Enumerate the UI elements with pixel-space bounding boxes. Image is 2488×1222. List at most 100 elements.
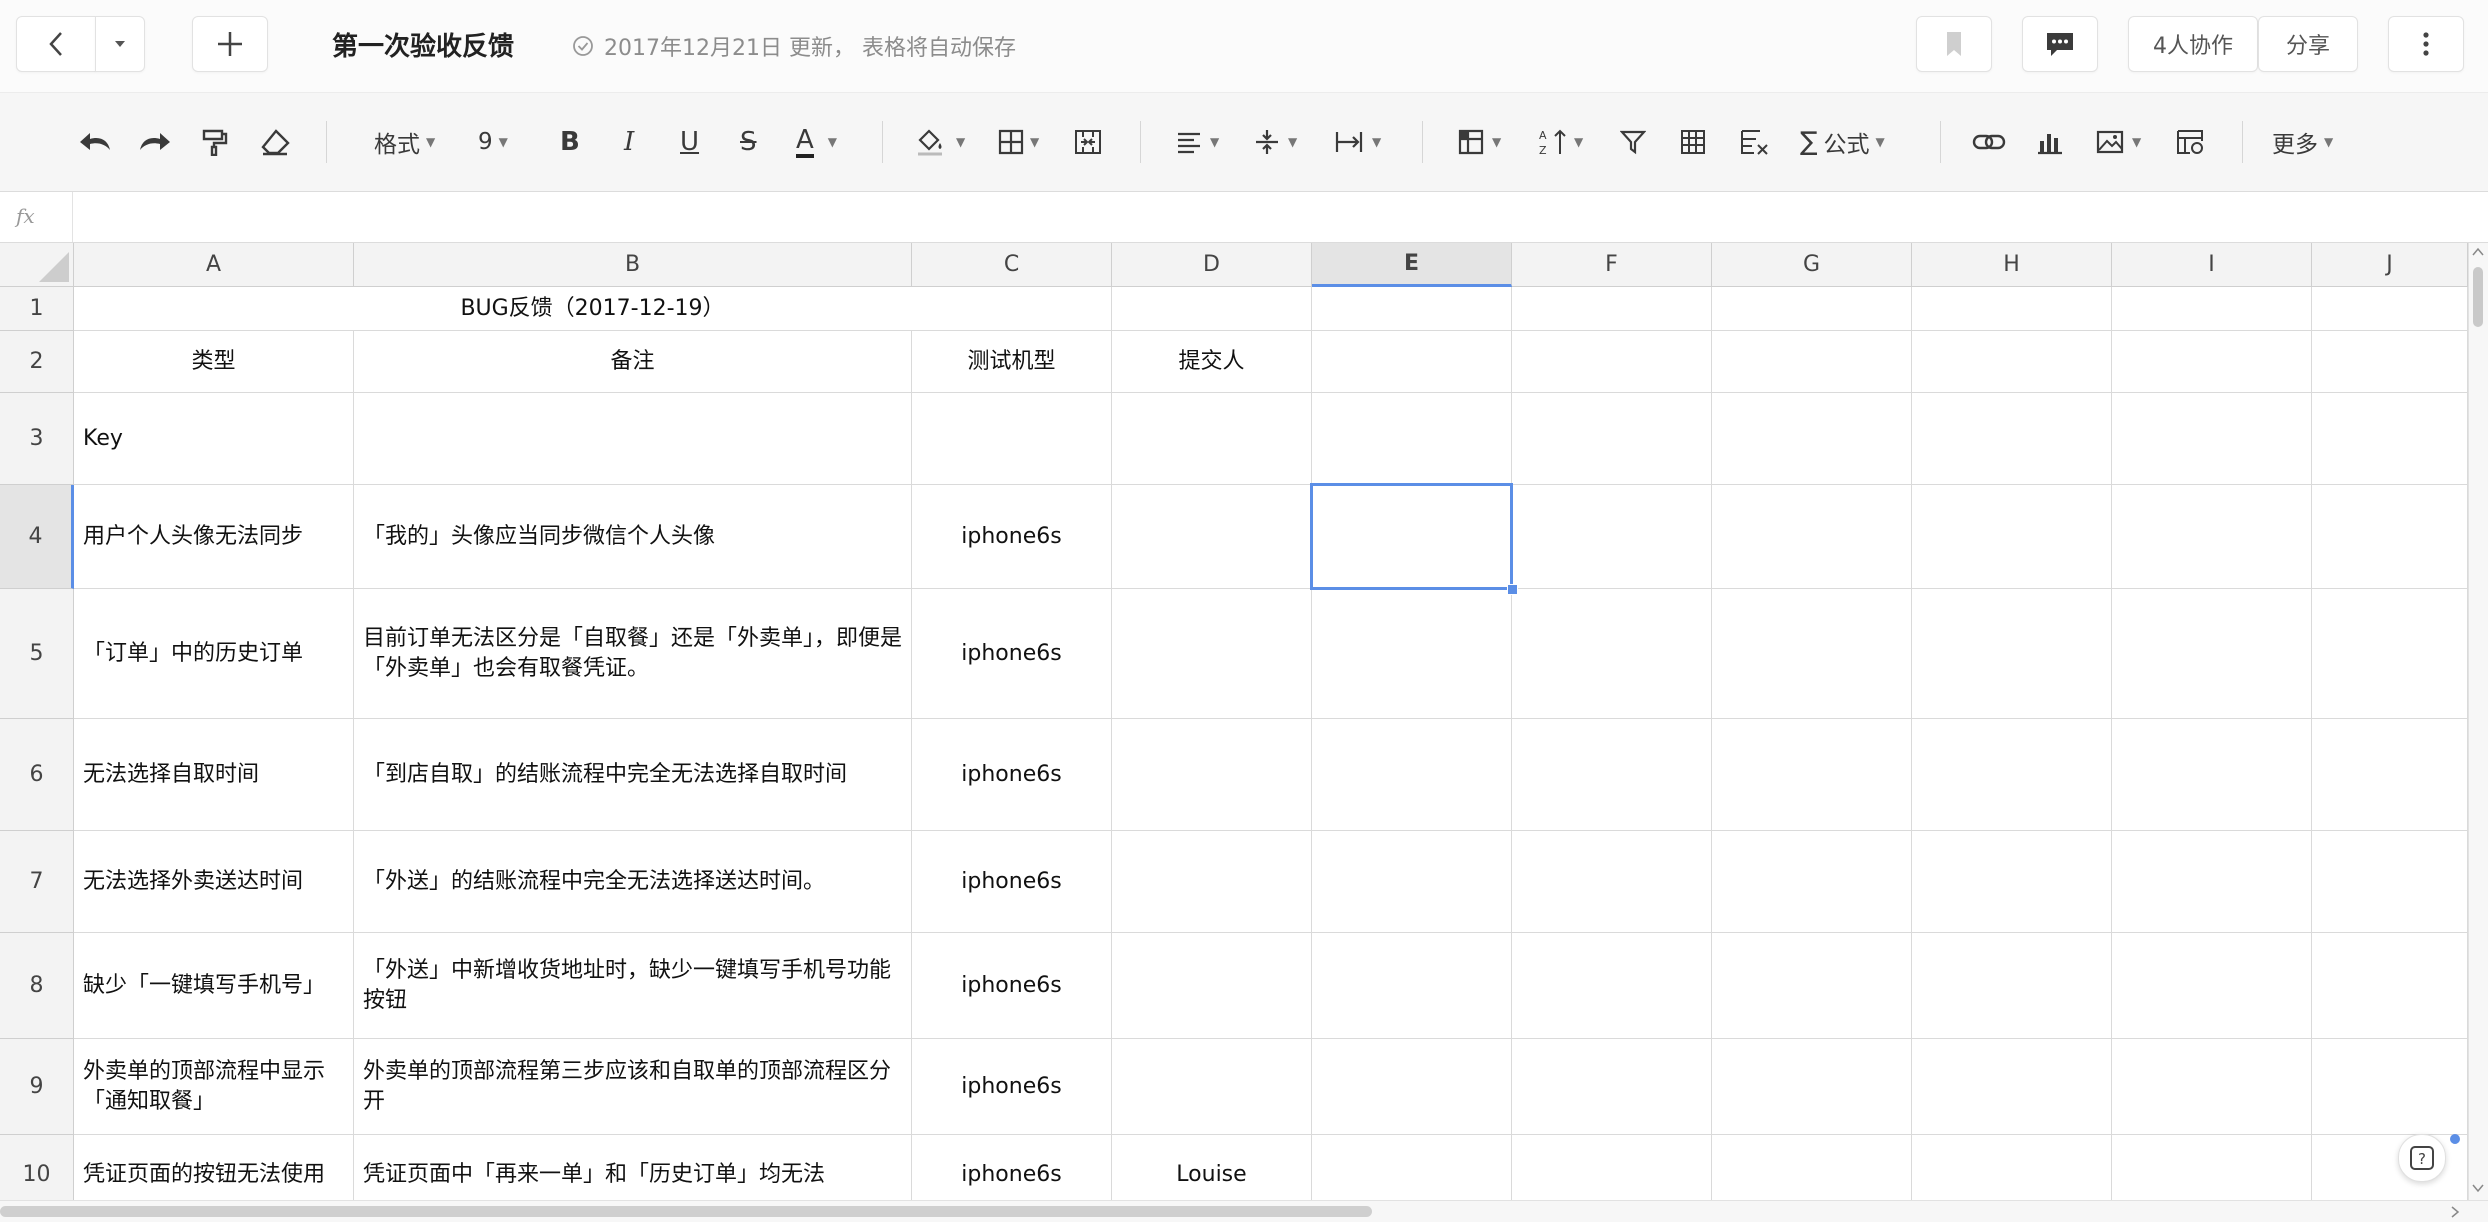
sort-dropdown[interactable]: AZ ▼ bbox=[1538, 123, 1583, 161]
column-header-f[interactable]: F bbox=[1512, 243, 1712, 287]
cell-a2[interactable]: 类型 bbox=[74, 331, 354, 393]
cell-a9[interactable]: 外卖单的顶部流程中显示「通知取餐」 bbox=[74, 1039, 354, 1135]
vertical-scrollbar[interactable] bbox=[2468, 243, 2488, 1200]
borders-dropdown[interactable]: ▼ bbox=[998, 123, 1039, 161]
column-header-i[interactable]: I bbox=[2112, 243, 2312, 287]
cell-h10[interactable] bbox=[1912, 1135, 2112, 1200]
text-wrap-dropdown[interactable]: ▼ bbox=[1334, 123, 1381, 161]
help-button[interactable]: ? bbox=[2398, 1134, 2446, 1182]
cell-i9[interactable] bbox=[2112, 1039, 2312, 1135]
cell-h5[interactable] bbox=[1912, 589, 2112, 719]
cell-b8[interactable]: 「外送」中新增收货地址时，缺少一键填写手机号功能按钮 bbox=[354, 933, 912, 1039]
row-header-6[interactable]: 6 bbox=[0, 719, 74, 831]
cell-i4[interactable] bbox=[2112, 485, 2312, 589]
horizontal-scroll-thumb[interactable] bbox=[0, 1206, 1372, 1217]
scroll-up-icon[interactable] bbox=[2472, 247, 2484, 257]
cell-g2[interactable] bbox=[1712, 331, 1912, 393]
cell-c7[interactable]: iphone6s bbox=[912, 831, 1112, 933]
format-painter-button[interactable] bbox=[202, 123, 228, 161]
cell-c4[interactable]: iphone6s bbox=[912, 485, 1112, 589]
cell-f2[interactable] bbox=[1512, 331, 1712, 393]
cell-j5[interactable] bbox=[2312, 589, 2468, 719]
cell-c2[interactable]: 测试机型 bbox=[912, 331, 1112, 393]
history-dropdown-button[interactable] bbox=[95, 16, 145, 72]
freeze-dropdown[interactable]: ▼ bbox=[1458, 123, 1501, 161]
cell-b5[interactable]: 目前订单无法区分是「自取餐」还是「外卖单」，即便是「外卖单」也会有取餐凭证。 bbox=[354, 589, 912, 719]
cell-j6[interactable] bbox=[2312, 719, 2468, 831]
cell-j10[interactable] bbox=[2312, 1135, 2468, 1200]
cell-f8[interactable] bbox=[1512, 933, 1712, 1039]
text-color-dropdown[interactable]: A ▼ bbox=[796, 123, 837, 161]
cell-d3[interactable] bbox=[1112, 393, 1312, 485]
row-header-4[interactable]: 4 bbox=[0, 485, 74, 589]
cell-i8[interactable] bbox=[2112, 933, 2312, 1039]
collaborators-button[interactable]: 4人协作 bbox=[2128, 16, 2258, 72]
fill-handle[interactable] bbox=[1507, 584, 1518, 595]
cell-i3[interactable] bbox=[2112, 393, 2312, 485]
select-all-corner[interactable] bbox=[0, 243, 74, 287]
cell-i10[interactable] bbox=[2112, 1135, 2312, 1200]
cell-b3[interactable] bbox=[354, 393, 912, 485]
cell-g1[interactable] bbox=[1712, 287, 1912, 331]
cell-g9[interactable] bbox=[1712, 1039, 1912, 1135]
cell-j1[interactable] bbox=[2312, 287, 2468, 331]
insert-link-button[interactable] bbox=[1972, 123, 2006, 161]
document-title[interactable]: 第一次验收反馈 bbox=[332, 26, 514, 63]
cell-h9[interactable] bbox=[1912, 1039, 2112, 1135]
column-header-c[interactable]: C bbox=[912, 243, 1112, 287]
cell-i7[interactable] bbox=[2112, 831, 2312, 933]
cell-b10[interactable]: 凭证页面中「再来一单」和「历史订单」均无法 bbox=[354, 1135, 912, 1200]
undo-button[interactable] bbox=[78, 123, 114, 161]
cell-d10[interactable]: Louise bbox=[1112, 1135, 1312, 1200]
column-header-e[interactable]: E bbox=[1312, 243, 1512, 287]
filter-button[interactable] bbox=[1620, 123, 1646, 161]
cell-g6[interactable] bbox=[1712, 719, 1912, 831]
column-header-d[interactable]: D bbox=[1112, 243, 1312, 287]
cell-i1[interactable] bbox=[2112, 287, 2312, 331]
cell-g7[interactable] bbox=[1712, 831, 1912, 933]
cell-c8[interactable]: iphone6s bbox=[912, 933, 1112, 1039]
font-size-dropdown[interactable]: 9 ▼ bbox=[478, 123, 508, 161]
cell-f4[interactable] bbox=[1512, 485, 1712, 589]
share-button[interactable]: 分享 bbox=[2258, 16, 2358, 72]
spreadsheet-grid[interactable]: ABCDEFGHIJ 1 2 3 4 5 6 7 8 9 10 BUG反馈（2017-12-19）… bbox=[0, 243, 2468, 1200]
column-header-b[interactable]: B bbox=[354, 243, 912, 287]
row-header-1[interactable]: 1 bbox=[0, 287, 74, 331]
horizontal-align-dropdown[interactable]: ▼ bbox=[1176, 123, 1219, 161]
back-button[interactable] bbox=[16, 16, 96, 72]
cell-b2[interactable]: 备注 bbox=[354, 331, 912, 393]
cell-i5[interactable] bbox=[2112, 589, 2312, 719]
cell-h7[interactable] bbox=[1912, 831, 2112, 933]
cell-b7[interactable]: 「外送」的结账流程中完全无法选择送达时间。 bbox=[354, 831, 912, 933]
column-header-a[interactable]: A bbox=[74, 243, 354, 287]
cell-h2[interactable] bbox=[1912, 331, 2112, 393]
cell-i2[interactable] bbox=[2112, 331, 2312, 393]
scroll-right-icon[interactable] bbox=[2450, 1206, 2460, 1218]
cell-e2[interactable] bbox=[1312, 331, 1512, 393]
insert-chart-button[interactable] bbox=[2036, 123, 2064, 161]
merged-title-cell[interactable]: BUG反馈（2017-12-19） bbox=[74, 287, 1112, 331]
cell-e6[interactable] bbox=[1312, 719, 1512, 831]
cell-a8[interactable]: 缺少「一键填写手机号」 bbox=[74, 933, 354, 1039]
format-dropdown[interactable]: 格式 ▼ bbox=[374, 123, 435, 161]
strikethrough-button[interactable]: S bbox=[740, 123, 757, 161]
row-header-10[interactable]: 10 bbox=[0, 1135, 74, 1200]
vertical-scroll-thumb[interactable] bbox=[2473, 267, 2483, 327]
cell-g4[interactable] bbox=[1712, 485, 1912, 589]
column-header-h[interactable]: H bbox=[1912, 243, 2112, 287]
cell-d8[interactable] bbox=[1112, 933, 1312, 1039]
cell-a10[interactable]: 凭证页面的按钮无法使用 bbox=[74, 1135, 354, 1200]
clear-table-button[interactable] bbox=[1740, 123, 1770, 161]
row-header-3[interactable]: 3 bbox=[0, 393, 74, 485]
cell-d6[interactable] bbox=[1112, 719, 1312, 831]
cell-e5[interactable] bbox=[1312, 589, 1512, 719]
table-button[interactable] bbox=[1680, 123, 1706, 161]
comment-button[interactable] bbox=[2022, 16, 2098, 72]
cell-g5[interactable] bbox=[1712, 589, 1912, 719]
fill-color-dropdown[interactable]: ▼ bbox=[916, 123, 965, 161]
cell-h6[interactable] bbox=[1912, 719, 2112, 831]
cell-e4[interactable] bbox=[1312, 485, 1512, 589]
cell-d9[interactable] bbox=[1112, 1039, 1312, 1135]
insert-image-dropdown[interactable]: ▼ bbox=[2096, 123, 2141, 161]
merge-cells-button[interactable] bbox=[1074, 123, 1102, 161]
